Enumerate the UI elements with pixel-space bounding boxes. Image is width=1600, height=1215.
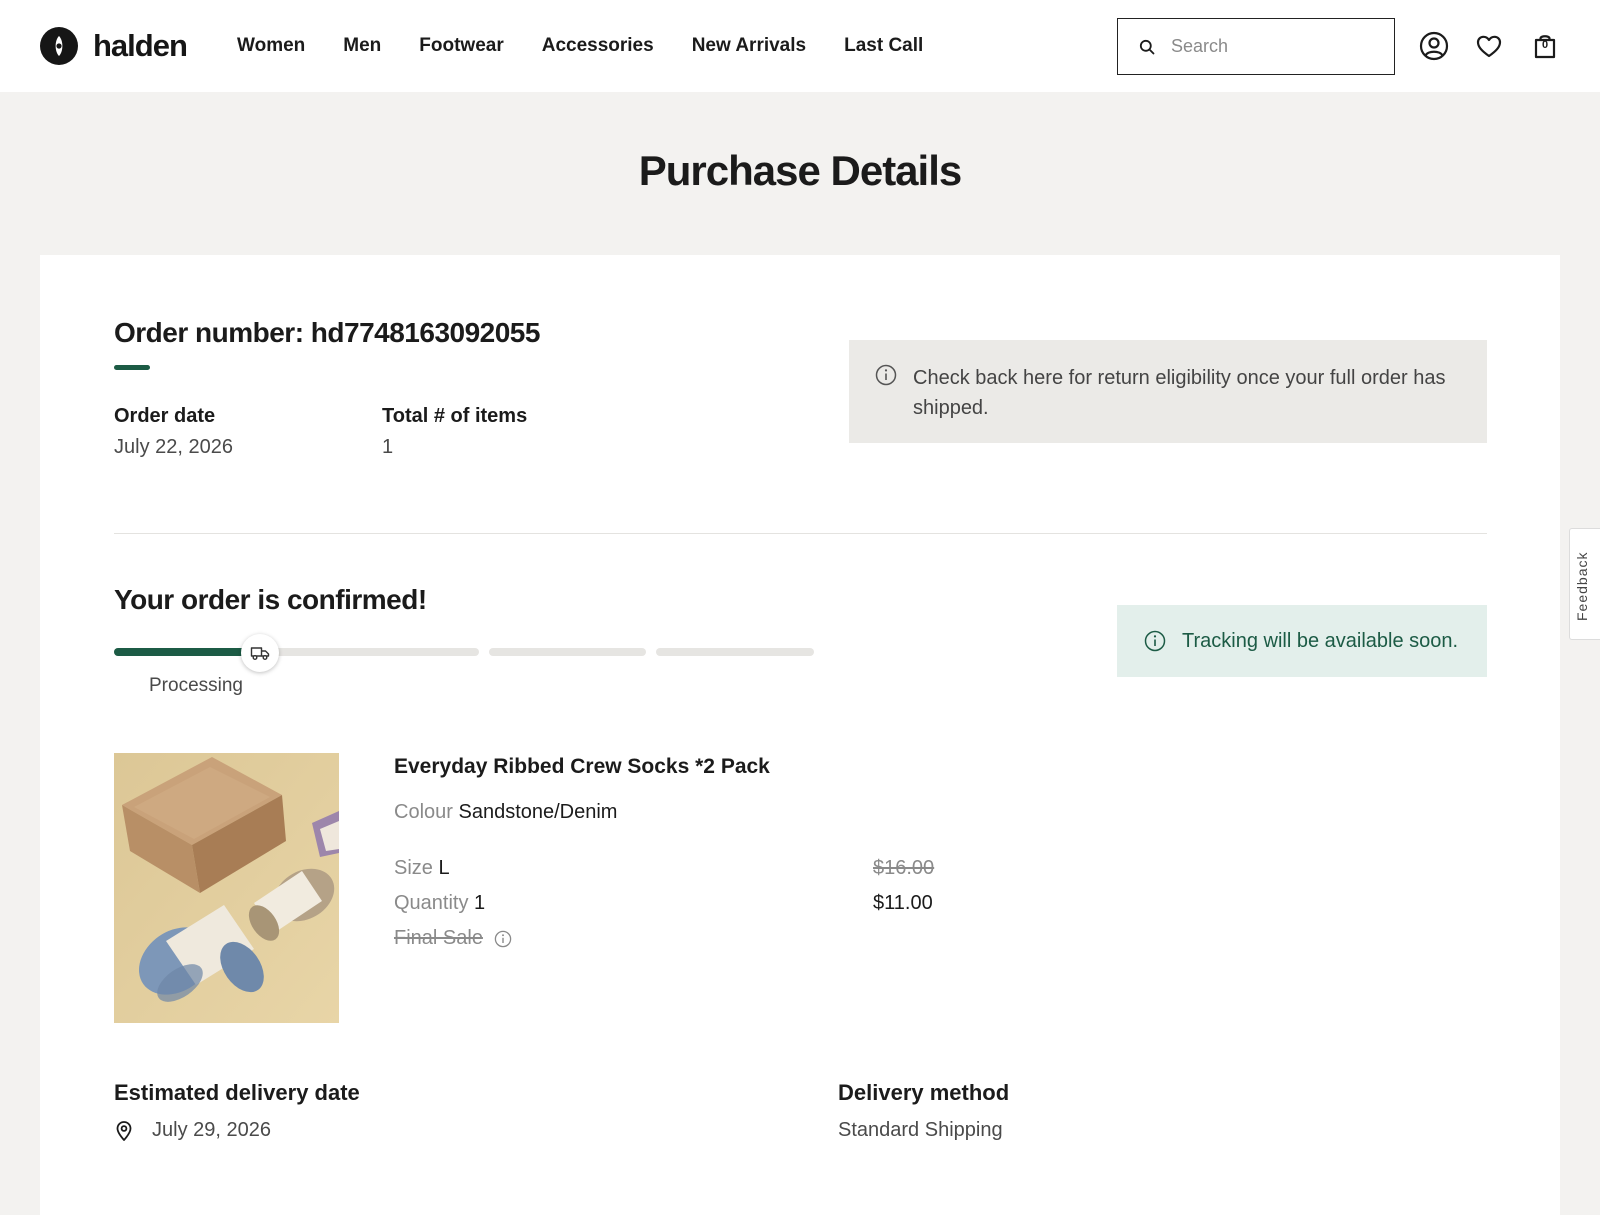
colour-label: Colour (394, 801, 453, 823)
original-price: $16.00 (873, 857, 935, 879)
nav-item-accessories[interactable]: Accessories (542, 34, 654, 58)
product-image[interactable] (114, 753, 339, 1023)
delivery-method-label: Delivery method (838, 1080, 1010, 1105)
section-divider (114, 533, 1487, 534)
tracking-notice: Tracking will be available soon. (1117, 605, 1487, 677)
nav-item-men[interactable]: Men (343, 34, 381, 58)
nav-item-last-call[interactable]: Last Call (844, 34, 923, 58)
product-quantity: Quantity 1 (394, 892, 485, 915)
product-photo (114, 753, 339, 1023)
estimated-delivery: July 29, 2026 (114, 1119, 271, 1142)
return-notice-text: Check back here for return eligibility o… (913, 367, 1446, 419)
item-count-value: 1 (382, 436, 394, 458)
return-eligibility-notice: Check back here for return eligibility o… (849, 340, 1487, 443)
info-icon (1144, 630, 1166, 652)
delivery-method-value: Standard Shipping (838, 1119, 1003, 1141)
nav-item-footwear[interactable]: Footwear (419, 34, 503, 58)
product-colour: Colour Sandstone/Denim (394, 801, 617, 824)
final-sale-label: Final Sale (394, 927, 483, 949)
feedback-tab[interactable]: Feedback (1569, 528, 1600, 640)
order-number: Order number: hd7748163092055 (114, 317, 540, 348)
info-icon (875, 364, 897, 386)
title-accent-bar (114, 365, 150, 370)
main-nav: Women Men Footwear Accessories New Arriv… (237, 34, 961, 58)
tracking-notice-text: Tracking will be available soon. (1182, 629, 1459, 652)
progress-indicator (241, 634, 279, 672)
truck-icon (250, 647, 270, 660)
search-icon (1139, 39, 1155, 54)
progress-segment-2 (489, 648, 646, 656)
brand-logo[interactable]: halden (40, 27, 188, 65)
wishlist-button[interactable] (1473, 30, 1505, 62)
progress-fill (114, 648, 254, 656)
estimated-delivery-value: July 29, 2026 (152, 1119, 271, 1141)
order-date-label: Order date (114, 405, 216, 427)
order-status-title: Your order is confirmed! (114, 584, 427, 615)
account-icon (1419, 31, 1449, 61)
quantity-label: Quantity (394, 892, 469, 914)
shopping-bag-button[interactable]: 0 (1529, 30, 1561, 62)
product-size: Size L (394, 857, 450, 880)
order-card: Order number: hd7748163092055 Order date… (40, 255, 1560, 1215)
estimated-delivery-label: Estimated delivery date (114, 1080, 360, 1105)
info-icon[interactable] (494, 930, 512, 948)
bag-count: 0 (1541, 39, 1549, 51)
order-date-value: July 22, 2026 (114, 436, 233, 458)
progress-segment-3 (656, 648, 814, 656)
progress-stage-label: Processing (149, 675, 243, 696)
item-count-label: Total # of items (382, 405, 528, 427)
heart-icon (1476, 35, 1502, 58)
size-value: L (438, 857, 450, 879)
quantity-value: 1 (474, 892, 486, 914)
site-header: halden Women Men Footwear Accessories Ne… (0, 0, 1600, 92)
sale-price: $11.00 (873, 892, 933, 914)
size-label: Size (394, 857, 433, 879)
product-name[interactable]: Everyday Ribbed Crew Socks *2 Pack (394, 755, 770, 779)
brand-name: halden (93, 28, 188, 63)
feedback-label: Feedback (1574, 551, 1590, 621)
location-pin-icon (116, 1120, 132, 1141)
search-input[interactable] (1171, 36, 1371, 57)
page-title: Purchase Details (638, 147, 963, 194)
colour-value: Sandstone/Denim (458, 801, 618, 823)
final-sale-flag: Final Sale (394, 927, 512, 950)
nav-item-new-arrivals[interactable]: New Arrivals (692, 34, 806, 58)
logo-mark-icon (40, 27, 78, 65)
search-box[interactable] (1117, 18, 1395, 75)
nav-item-women[interactable]: Women (237, 34, 305, 58)
account-button[interactable] (1418, 30, 1450, 62)
